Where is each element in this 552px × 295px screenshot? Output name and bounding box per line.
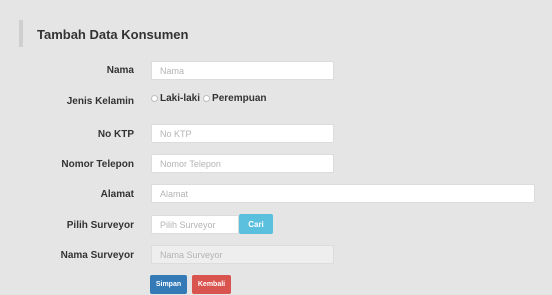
nama-label: Nama bbox=[106, 65, 134, 76]
radio-perempuan[interactable]: Perempuan bbox=[203, 93, 267, 104]
nomor-telepon-input[interactable] bbox=[151, 154, 334, 173]
form-panel: Tambah Data Konsumen Nama Jenis Kelamin … bbox=[0, 0, 552, 295]
nomor-telepon-label: Nomor Telepon bbox=[61, 159, 134, 170]
gender-radio-group: Laki-laki Perempuan bbox=[151, 93, 270, 104]
simpan-button[interactable]: Simpan bbox=[150, 275, 187, 294]
kembali-button[interactable]: Kembali bbox=[192, 275, 231, 294]
radio-label-perempuan: Perempuan bbox=[212, 93, 267, 104]
radio-label-laki-laki: Laki-laki bbox=[160, 93, 201, 104]
alamat-label: Alamat bbox=[100, 189, 134, 200]
form-title: Tambah Data Konsumen bbox=[37, 27, 189, 42]
nama-surveyor-label: Nama Surveyor bbox=[60, 250, 134, 261]
radio-laki-laki[interactable]: Laki-laki bbox=[151, 93, 200, 104]
no-ktp-label: No KTP bbox=[97, 129, 134, 140]
no-ktp-input[interactable] bbox=[151, 124, 334, 143]
radio-circle-icon[interactable] bbox=[151, 95, 158, 102]
pilih-surveyor-input[interactable] bbox=[151, 215, 239, 234]
nama-input[interactable] bbox=[151, 61, 334, 80]
pilih-surveyor-label: Pilih Surveyor bbox=[66, 220, 134, 231]
title-accent-bar bbox=[19, 20, 23, 47]
cari-button[interactable]: Cari bbox=[239, 214, 273, 234]
jenis-kelamin-label: Jenis Kelamin bbox=[66, 96, 134, 107]
radio-circle-icon[interactable] bbox=[203, 95, 211, 102]
alamat-input[interactable] bbox=[151, 184, 535, 203]
nama-surveyor-input[interactable] bbox=[151, 245, 334, 264]
